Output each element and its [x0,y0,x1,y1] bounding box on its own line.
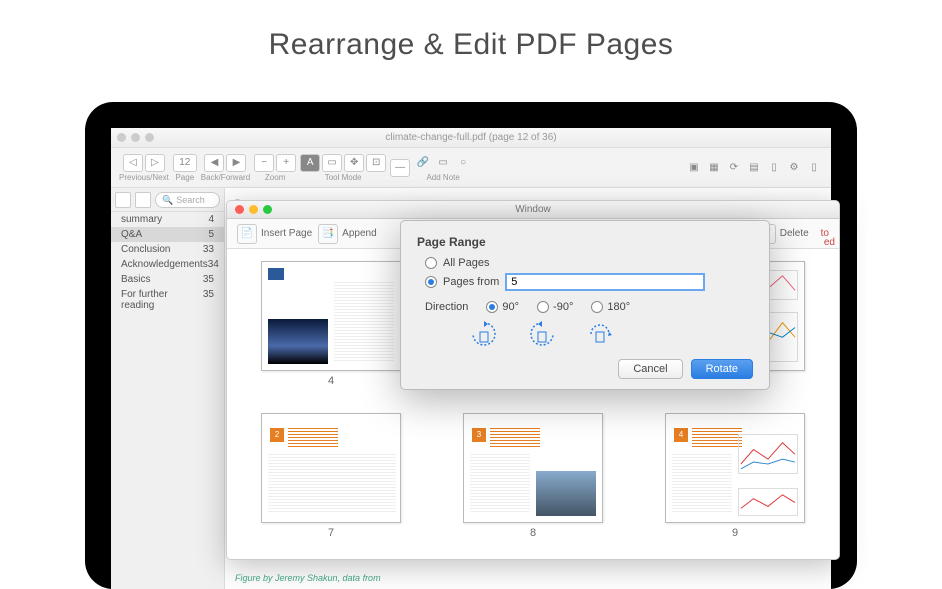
zoom-out-button[interactable]: − [254,154,274,172]
add-note-label: Add Note [426,173,459,182]
circle-icon[interactable]: ○ [454,154,472,172]
main-toolbar: ◁ ▷ Previous/Next 12 Page ◀ ▶ Back/Forwa… [111,148,831,188]
sidebar-view-thumb-button[interactable] [135,192,151,208]
search-icon: 🔍 [162,193,173,207]
pages-window-titlebar: Window [227,201,839,219]
hand-tool-button[interactable]: ✥ [344,154,364,172]
thumb-number: 7 [328,527,334,539]
page-thumbnail[interactable] [261,261,401,371]
text-tool-button[interactable]: A [300,154,320,172]
all-pages-radio[interactable] [425,257,437,269]
document-title: climate-change-full.pdf (page 12 of 36) [385,132,556,143]
pages-from-radio[interactable] [425,276,437,288]
rotate-180-label: 180° [607,301,630,313]
rotate-90-radio[interactable] [486,301,498,313]
promo-title: Rearrange & Edit PDF Pages [0,0,942,80]
rotate-dialog: Page Range All Pages Pages from Directio… [400,220,770,390]
tool-mode-label: Tool Mode [325,173,362,182]
append-button[interactable]: 📑Append [318,224,376,244]
page-thumbnail[interactable]: 2 [261,413,401,523]
back-forward-label: Back/Forward [201,173,250,182]
note-icon[interactable]: ▭ [434,154,452,172]
outline-item[interactable]: Basics35 [111,272,224,287]
thumb-number: 4 [328,375,334,387]
thumb-number: 9 [732,527,738,539]
all-pages-label: All Pages [443,257,489,269]
rotate-neg90-radio[interactable] [537,301,549,313]
page-label: Page [175,173,194,182]
tool-icon-2[interactable]: ▦ [705,159,723,177]
tool-icon-6[interactable]: ⚙ [785,159,803,177]
rotate-180-icon [585,319,615,349]
link-icon[interactable]: 🔗 [414,154,432,172]
select-tool-button[interactable]: ▭ [322,154,342,172]
pages-window-title: Window [515,204,551,215]
cancel-button[interactable]: Cancel [618,359,682,379]
search-placeholder: Search [176,193,205,207]
pages-from-input[interactable] [505,273,705,291]
sidebar-view-list-button[interactable] [115,192,131,208]
outline-item[interactable]: Conclusion33 [111,242,224,257]
tool-icon-7[interactable]: ▯ [805,159,823,177]
rotate-button[interactable]: Rotate [691,359,753,379]
rotate-ccw-icon [527,319,557,349]
zoom-in-button[interactable]: + [276,154,296,172]
insert-page-button[interactable]: 📄Insert Page [237,224,312,244]
page-thumbnail[interactable]: 3 [463,413,603,523]
rotate-90-label: 90° [502,301,519,313]
outline-item[interactable]: For further reading35 [111,287,224,313]
outline-list: summary4 Q&A5 Conclusion33 Acknowledgeme… [111,212,224,313]
pages-window-controls[interactable] [235,205,272,214]
tool-icon-5[interactable]: ▯ [765,159,783,177]
thumb-number: 8 [530,527,536,539]
search-input[interactable]: 🔍 Search [155,192,220,208]
direction-label: Direction [425,301,468,313]
figure-caption: Figure by Jeremy Shakun, data from [235,573,381,585]
page-thumbnail[interactable]: 4 [665,413,805,523]
rotate-cw-icon [469,319,499,349]
zoom-label: Zoom [265,173,285,182]
rotate-180-radio[interactable] [591,301,603,313]
outline-item[interactable]: Q&A5 [111,227,224,242]
tool-icon-1[interactable]: ▣ [685,159,703,177]
prev-next-label: Previous/Next [119,173,169,182]
pages-from-label: Pages from [443,276,499,288]
back-button[interactable]: ◀ [204,154,224,172]
window-titlebar: climate-change-full.pdf (page 12 of 36) [111,128,831,148]
separator-button[interactable]: — [390,159,410,177]
sidebar: 🔍 Search summary4 Q&A5 Conclusion33 Ackn… [111,188,225,589]
outline-item[interactable]: Acknowledgements34 [111,257,224,272]
forward-button[interactable]: ▶ [226,154,246,172]
next-page-button[interactable]: ▷ [145,154,165,172]
tool-icon-4[interactable]: ▤ [745,159,763,177]
tool-icon-3[interactable]: ⟳ [725,159,743,177]
rotate-neg90-label: -90° [553,301,573,313]
cut-label-ed: ed [824,237,835,248]
prev-page-button[interactable]: ◁ [123,154,143,172]
page-number-field[interactable]: 12 [173,154,197,172]
crop-tool-button[interactable]: ⊡ [366,154,386,172]
window-controls[interactable] [117,133,154,142]
dialog-heading: Page Range [417,235,753,249]
outline-item[interactable]: summary4 [111,212,224,227]
